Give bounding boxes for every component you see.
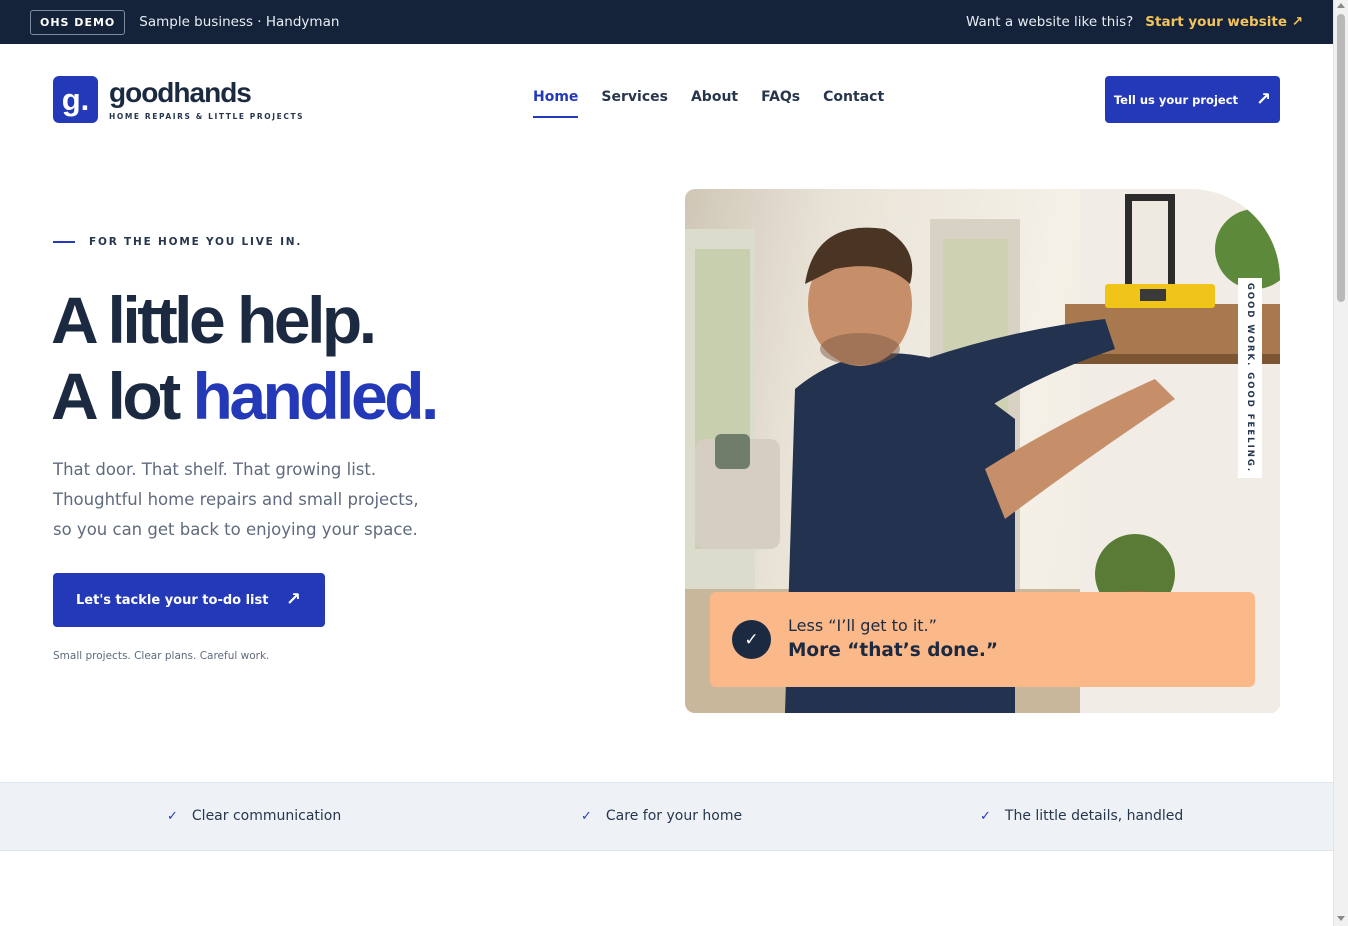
demo-question: Want a website like this? bbox=[965, 14, 1134, 30]
main-nav: Home Services About FAQs Contact bbox=[533, 89, 884, 118]
hero-headline: A little help. A lot handled. bbox=[51, 282, 440, 434]
start-website-link[interactable]: Start your website ↗ bbox=[1145, 14, 1303, 30]
demo-sample-text: Sample business · Handyman bbox=[139, 14, 340, 30]
intro-line1: That door. That shelf. That growing list… bbox=[53, 460, 377, 479]
feature-item: ✓ The little details, handled bbox=[980, 808, 1183, 824]
tackle-todo-label: Let's tackle your to-do list bbox=[76, 592, 269, 608]
hero-note: Small projects. Clear plans. Careful wor… bbox=[53, 650, 270, 662]
hero-eyebrow: FOR THE HOME YOU LIVE IN. bbox=[53, 236, 302, 248]
quote-text: Less “I’ll get to it.” More “that’s done… bbox=[788, 615, 998, 665]
check-icon: ✓ bbox=[167, 808, 178, 824]
headline-line2-accent: handled. bbox=[192, 359, 440, 433]
scroll-up-icon[interactable] bbox=[1337, 3, 1345, 8]
nav-faqs[interactable]: FAQs bbox=[761, 89, 800, 118]
feature-item: ✓ Care for your home bbox=[581, 808, 742, 824]
demo-right: Want a website like this? Start your web… bbox=[966, 14, 1303, 30]
arrow-up-right-icon: ↗ bbox=[285, 589, 301, 610]
feature-strip: ✓ Clear communication ✓ Care for your ho… bbox=[0, 782, 1333, 851]
check-icon: ✓ bbox=[581, 808, 592, 824]
logo-text: goodhands HOME REPAIRS & LITTLE PROJECTS bbox=[109, 77, 305, 122]
quote-line1: Less “I’ll get to it.” bbox=[788, 615, 937, 635]
side-tag: GOOD WORK. GOOD FEELING. bbox=[1238, 278, 1262, 478]
headline-line1: A little help. bbox=[51, 283, 377, 357]
feature-label: The little details, handled bbox=[1004, 808, 1184, 824]
intro-line2: Thoughtful home repairs and small projec… bbox=[53, 490, 419, 509]
headline-line2-plain: A lot bbox=[51, 359, 181, 433]
eyebrow-text: FOR THE HOME YOU LIVE IN. bbox=[89, 236, 303, 248]
eyebrow-line bbox=[53, 241, 75, 243]
tell-us-project-button[interactable]: Tell us your project ↗ bbox=[1105, 76, 1280, 123]
feature-item: ✓ Clear communication bbox=[167, 808, 341, 824]
logo-mark: g. bbox=[53, 76, 98, 123]
nav-contact[interactable]: Contact bbox=[823, 89, 884, 118]
brand-tagline: HOME REPAIRS & LITTLE PROJECTS bbox=[109, 112, 305, 121]
page-scrollbar[interactable] bbox=[1333, 0, 1348, 926]
side-tag-text: GOOD WORK. GOOD FEELING. bbox=[1245, 282, 1256, 474]
feature-label: Care for your home bbox=[605, 808, 743, 824]
demo-bar: OHS DEMO Sample business · Handyman Want… bbox=[0, 0, 1333, 44]
feature-label: Clear communication bbox=[191, 808, 342, 824]
check-icon: ✓ bbox=[980, 808, 991, 824]
hero-intro: That door. That shelf. That growing list… bbox=[53, 455, 453, 545]
nav-about[interactable]: About bbox=[691, 89, 738, 118]
quote-line2: More “that’s done.” bbox=[788, 639, 999, 661]
intro-line3: so you can get back to enjoying your spa… bbox=[53, 520, 418, 539]
scroll-thumb[interactable] bbox=[1337, 14, 1345, 302]
brand-name: goodhands bbox=[109, 77, 252, 108]
scroll-down-icon[interactable] bbox=[1337, 916, 1345, 921]
quote-card: ✓ Less “I’ll get to it.” More “that’s do… bbox=[710, 592, 1255, 687]
tackle-todo-button[interactable]: Let's tackle your to-do list ↗ bbox=[53, 573, 325, 627]
tell-us-project-label: Tell us your project bbox=[1113, 92, 1239, 107]
demo-badge: OHS DEMO bbox=[30, 9, 126, 35]
check-icon: ✓ bbox=[732, 620, 771, 659]
logo[interactable]: g. goodhands HOME REPAIRS & LITTLE PROJE… bbox=[53, 76, 304, 123]
nav-services[interactable]: Services bbox=[601, 89, 668, 118]
nav-home[interactable]: Home bbox=[533, 89, 579, 118]
arrow-up-right-icon: ↗ bbox=[1256, 88, 1272, 110]
